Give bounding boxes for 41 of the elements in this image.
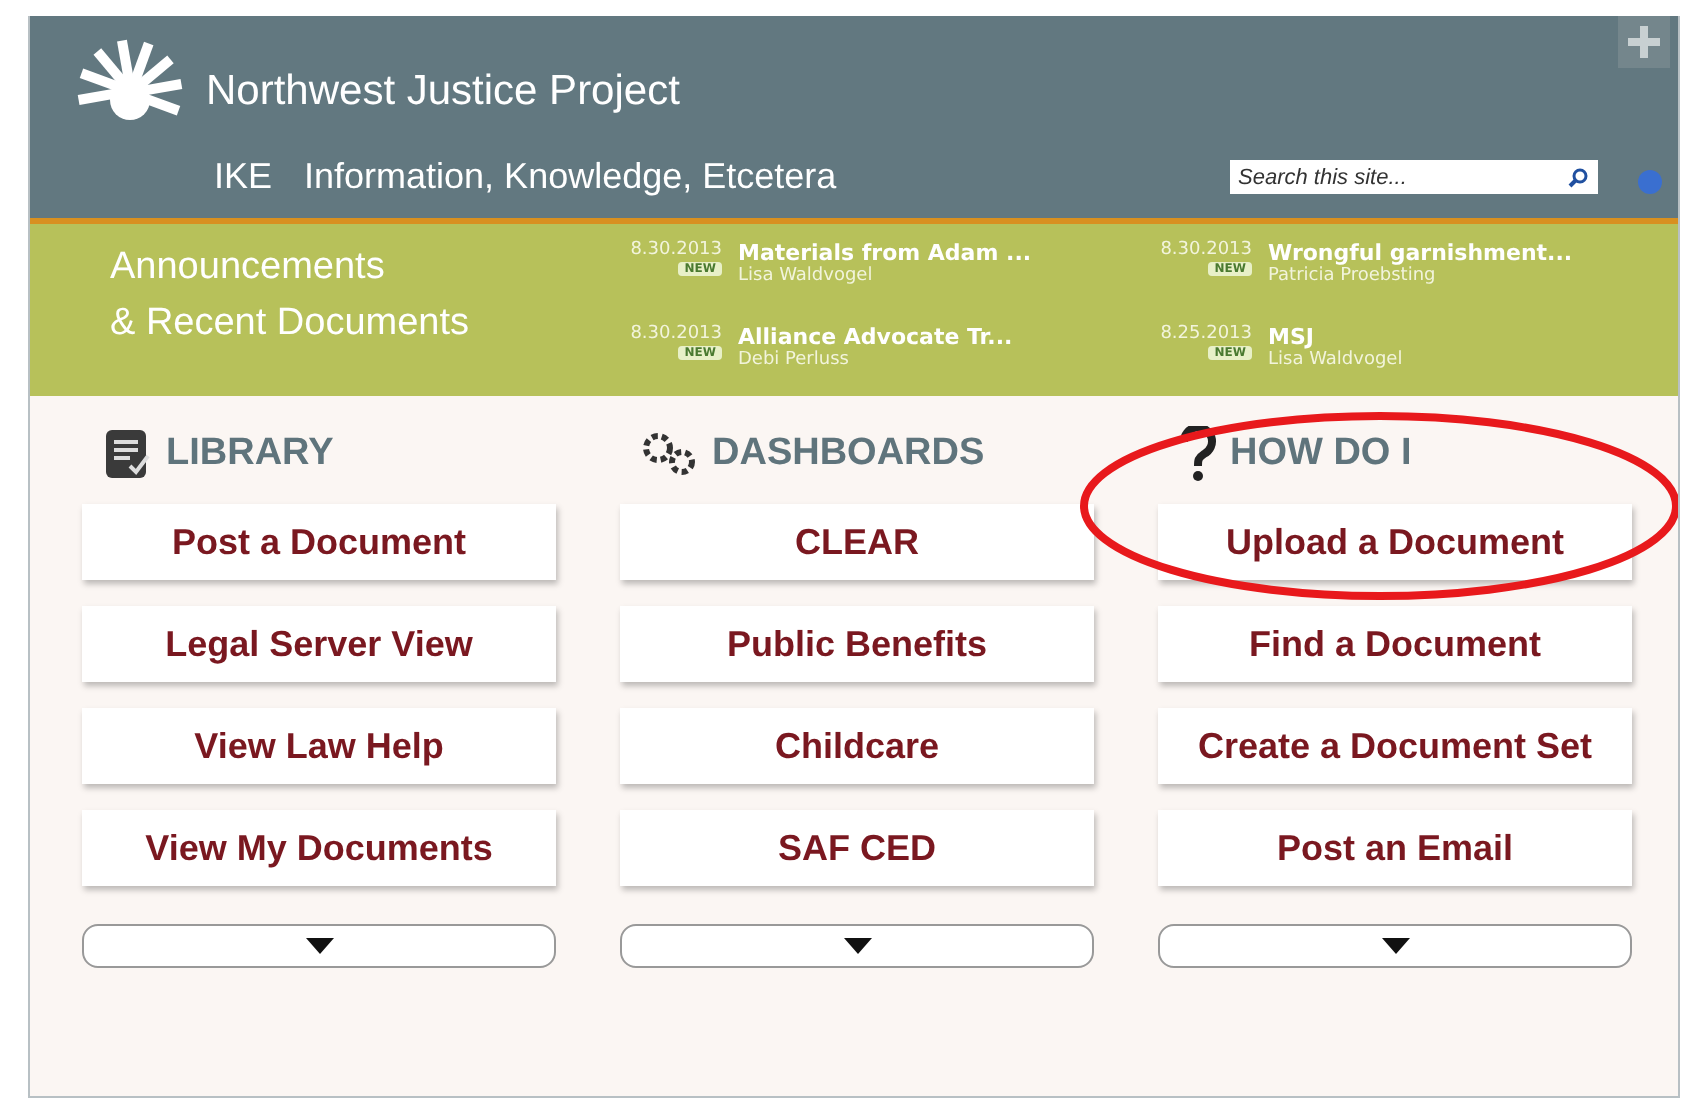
search-button[interactable] <box>1558 160 1598 194</box>
site-name: Information, Knowledge, Etcetera <box>304 156 837 198</box>
link-button[interactable]: View Law Help <box>82 708 556 784</box>
link-button[interactable]: SAF CED <box>620 810 1094 886</box>
link-button[interactable]: View My Documents <box>82 810 556 886</box>
link-button[interactable]: Public Benefits <box>620 606 1094 682</box>
author-name: Lisa Waldvogel <box>1268 350 1403 370</box>
author-name: Patricia Proebsting <box>1268 266 1438 286</box>
link-button[interactable]: CLEAR <box>620 504 1094 580</box>
item-date: 8.30.2013 <box>1160 240 1252 260</box>
search-field[interactable]: Search this site... <box>1230 160 1558 194</box>
link-button[interactable]: Childcare <box>620 708 1094 784</box>
brand-name: Northwest Justice Project <box>206 68 680 116</box>
more-button[interactable] <box>620 924 1094 968</box>
caret-icon <box>1381 938 1409 954</box>
link-button[interactable]: Legal Server View <box>82 606 556 682</box>
section-title: LIBRARY <box>166 432 334 476</box>
question-mark-icon <box>1178 426 1218 482</box>
gears-icon <box>640 430 700 478</box>
announcements-title: & Recent Documents <box>110 300 472 348</box>
author-name: Debi Perluss <box>738 350 851 370</box>
link-button[interactable]: Upload a Document <box>1158 504 1632 580</box>
add-icon[interactable] <box>1618 16 1670 68</box>
announcements-title: Announcements <box>110 244 387 292</box>
section-title: DASHBOARDS <box>712 432 985 476</box>
link-button[interactable]: Post a Document <box>82 504 556 580</box>
author-name: Lisa Waldvogel <box>738 266 875 286</box>
site-code: IKE <box>214 156 273 198</box>
link-button[interactable]: Post an Email <box>1158 810 1632 886</box>
link-button[interactable]: Create a Document Set <box>1158 708 1632 784</box>
item-date: 8.30.2013 <box>630 324 722 344</box>
search-icon <box>1568 167 1588 187</box>
more-button[interactable] <box>1158 924 1632 968</box>
more-button[interactable] <box>82 924 556 968</box>
document-icon <box>102 428 154 480</box>
item-date: 8.25.2013 <box>1160 324 1252 344</box>
link-button[interactable]: Find a Document <box>1158 606 1632 682</box>
caret-icon <box>843 938 871 954</box>
caret-icon <box>305 938 333 954</box>
section-title: HOW DO I <box>1230 432 1412 476</box>
item-date: 8.30.2013 <box>630 240 722 260</box>
